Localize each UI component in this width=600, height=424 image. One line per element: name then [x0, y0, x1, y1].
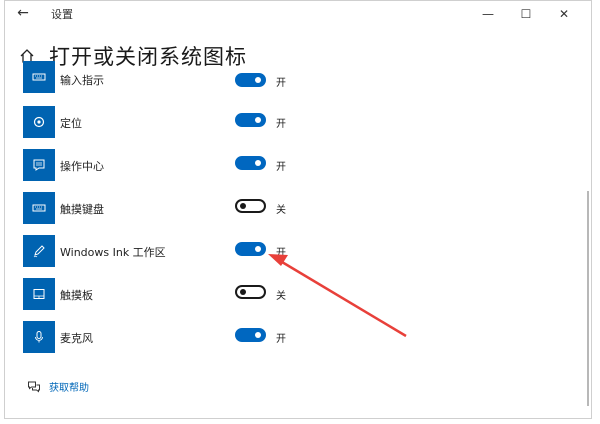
back-button[interactable]: ← [15, 5, 31, 21]
item-label: 麦克风 [60, 332, 93, 345]
minimize-button[interactable]: — [469, 1, 507, 27]
item-label: 定位 [60, 117, 82, 130]
get-help-label[interactable]: 获取帮助 [49, 379, 89, 394]
get-help-link[interactable]: 获取帮助 [27, 379, 89, 394]
toggle-state: 关 [276, 205, 286, 216]
action-center-toggle[interactable] [235, 156, 266, 170]
list-item: Windows Ink 工作区 开 [23, 235, 583, 267]
window-title: 设置 [51, 8, 73, 21]
toggle-state: 开 [276, 119, 286, 130]
toggle-state: 关 [276, 291, 286, 302]
title-bar: ← 设置 — ☐ ✕ [5, 1, 591, 27]
list-item: 麦克风 开 [23, 321, 583, 353]
input-indicator-toggle[interactable] [235, 73, 266, 87]
list-item: 输入指示 开 [23, 61, 583, 93]
item-label: 触摸板 [60, 289, 93, 302]
location-toggle[interactable] [235, 113, 266, 127]
windows-ink-toggle[interactable] [235, 242, 266, 256]
toggle-state: 开 [276, 248, 286, 259]
location-icon [23, 106, 55, 138]
microphone-icon [23, 321, 55, 353]
scrollbar[interactable] [587, 191, 589, 406]
touchpad-toggle[interactable] [235, 285, 266, 299]
action-center-icon [23, 149, 55, 181]
help-chat-icon [28, 381, 40, 392]
toggle-state: 开 [276, 162, 286, 173]
pen-icon [23, 235, 55, 267]
list-item: 触摸键盘 关 [23, 192, 583, 224]
maximize-button[interactable]: ☐ [507, 1, 545, 27]
item-label: 输入指示 [60, 74, 104, 87]
close-button[interactable]: ✕ [545, 1, 583, 27]
item-label: 操作中心 [60, 160, 104, 173]
list-item: 触摸板 关 [23, 278, 583, 310]
list-item: 定位 开 [23, 106, 583, 138]
touch-keyboard-toggle[interactable] [235, 199, 266, 213]
touch-keyboard-icon [23, 192, 55, 224]
touchpad-icon [23, 278, 55, 310]
item-label: 触摸键盘 [60, 203, 104, 216]
toggle-state: 开 [276, 78, 286, 89]
microphone-toggle[interactable] [235, 328, 266, 342]
keyboard-icon [23, 61, 55, 93]
toggle-state: 开 [276, 334, 286, 345]
settings-window: ← 设置 — ☐ ✕ 打开或关闭系统图标 输入指示 开 定位 开 操作中心 开 … [4, 0, 592, 419]
item-label: Windows Ink 工作区 [60, 246, 166, 259]
list-item: 操作中心 开 [23, 149, 583, 181]
